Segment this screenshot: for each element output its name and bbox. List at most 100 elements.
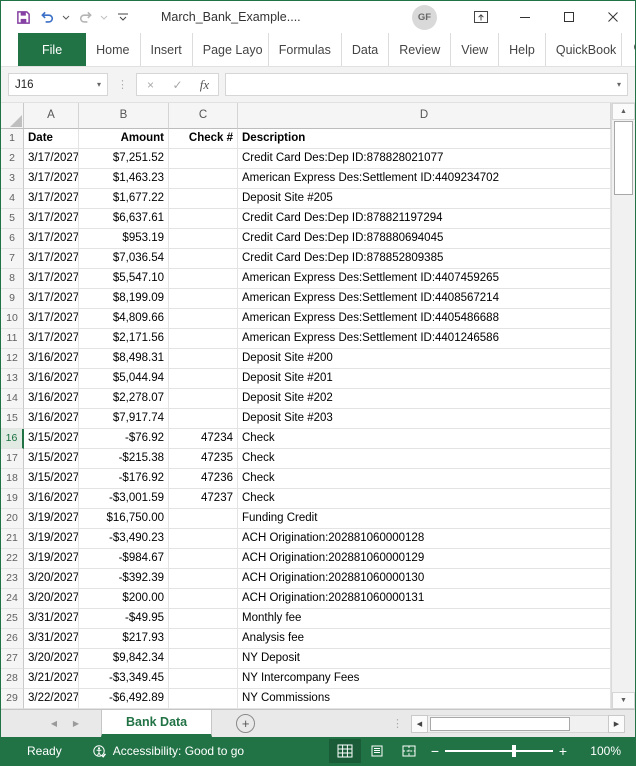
cell-a14[interactable]: 3/16/2027	[24, 389, 79, 409]
row-number[interactable]: 6	[1, 229, 24, 249]
row-number[interactable]: 5	[1, 209, 24, 229]
cell-d9[interactable]: American Express Des:Settlement ID:44085…	[238, 289, 611, 309]
cell-b16[interactable]: -$76.92	[79, 429, 169, 449]
row-number[interactable]: 29	[1, 689, 24, 709]
cell-a21[interactable]: 3/19/2027	[24, 529, 79, 549]
tab-splitter-grip-icon[interactable]: ⋮	[384, 717, 411, 730]
cell-a24[interactable]: 3/20/2027	[24, 589, 79, 609]
cell-a27[interactable]: 3/20/2027	[24, 649, 79, 669]
cell-a3[interactable]: 3/17/2027	[24, 169, 79, 189]
select-all-corner[interactable]	[1, 103, 24, 129]
horizontal-scrollbar-thumb[interactable]	[430, 717, 570, 731]
cell-c17[interactable]: 47235	[169, 449, 238, 469]
cell-d27[interactable]: NY Deposit	[238, 649, 611, 669]
undo-dropdown-icon[interactable]	[61, 7, 71, 27]
cell-d12[interactable]: Deposit Site #200	[238, 349, 611, 369]
cell-a7[interactable]: 3/17/2027	[24, 249, 79, 269]
cell-b10[interactable]: $4,809.66	[79, 309, 169, 329]
vertical-scrollbar-track[interactable]	[612, 195, 635, 692]
cell-a10[interactable]: 3/17/2027	[24, 309, 79, 329]
cell-d4[interactable]: Deposit Site #205	[238, 189, 611, 209]
cell-b24[interactable]: $200.00	[79, 589, 169, 609]
ribbon-tab-review[interactable]: Review	[388, 33, 450, 66]
horizontal-scrollbar-track[interactable]	[428, 715, 608, 733]
ribbon-tab-formulas[interactable]: Formulas	[268, 33, 341, 66]
cell-a11[interactable]: 3/17/2027	[24, 329, 79, 349]
cell-c22[interactable]	[169, 549, 238, 569]
cell-d11[interactable]: American Express Des:Settlement ID:44012…	[238, 329, 611, 349]
horizontal-scrollbar[interactable]: ◀ ▶	[411, 715, 625, 733]
formula-expand-icon[interactable]: ▾	[617, 80, 621, 89]
cell-a17[interactable]: 3/15/2027	[24, 449, 79, 469]
cell-b5[interactable]: $6,637.61	[79, 209, 169, 229]
row-number[interactable]: 9	[1, 289, 24, 309]
scroll-right-icon[interactable]: ▶	[608, 715, 625, 733]
cell-a20[interactable]: 3/19/2027	[24, 509, 79, 529]
cell-d19[interactable]: Check	[238, 489, 611, 509]
cell-b27[interactable]: $9,842.34	[79, 649, 169, 669]
normal-view-icon[interactable]	[329, 739, 361, 763]
cell-b2[interactable]: $7,251.52	[79, 149, 169, 169]
cell-a18[interactable]: 3/15/2027	[24, 469, 79, 489]
ribbon-tab-quickbook[interactable]: QuickBook	[545, 33, 621, 66]
row-number[interactable]: 15	[1, 409, 24, 429]
cell-c28[interactable]	[169, 669, 238, 689]
cell-b22[interactable]: -$984.67	[79, 549, 169, 569]
cell-d26[interactable]: Analysis fee	[238, 629, 611, 649]
row-number[interactable]: 19	[1, 489, 24, 509]
cell-b28[interactable]: -$3,349.45	[79, 669, 169, 689]
minimize-button[interactable]	[503, 2, 547, 32]
sheet-tab-bank-data[interactable]: Bank Data	[101, 710, 212, 737]
scroll-down-icon[interactable]: ▼	[612, 692, 635, 709]
cell-d14[interactable]: Deposit Site #202	[238, 389, 611, 409]
cell-d22[interactable]: ACH Origination:202881060000129	[238, 549, 611, 569]
row-number[interactable]: 26	[1, 629, 24, 649]
cell-d13[interactable]: Deposit Site #201	[238, 369, 611, 389]
zoom-in-button[interactable]: +	[553, 743, 573, 759]
column-header-b[interactable]: B	[79, 103, 169, 129]
cell-c15[interactable]	[169, 409, 238, 429]
account-avatar[interactable]: GF	[412, 5, 437, 30]
name-box-dropdown-icon[interactable]: ▾	[97, 80, 101, 89]
row-number[interactable]: 1	[1, 129, 24, 149]
cell-c3[interactable]	[169, 169, 238, 189]
ribbon-tab-page-layo[interactable]: Page Layo	[192, 33, 268, 66]
new-sheet-button[interactable]: +	[236, 714, 255, 733]
row-number[interactable]: 16	[1, 429, 24, 449]
cell-c16[interactable]: 47234	[169, 429, 238, 449]
cell-c1[interactable]: Check #	[169, 129, 238, 149]
cell-b6[interactable]: $953.19	[79, 229, 169, 249]
cell-b8[interactable]: $5,547.10	[79, 269, 169, 289]
cell-c14[interactable]	[169, 389, 238, 409]
row-number[interactable]: 11	[1, 329, 24, 349]
cell-b21[interactable]: -$3,490.23	[79, 529, 169, 549]
cell-a13[interactable]: 3/16/2027	[24, 369, 79, 389]
cell-c27[interactable]	[169, 649, 238, 669]
cell-a19[interactable]: 3/16/2027	[24, 489, 79, 509]
cell-d18[interactable]: Check	[238, 469, 611, 489]
cell-d15[interactable]: Deposit Site #203	[238, 409, 611, 429]
row-number[interactable]: 23	[1, 569, 24, 589]
cell-a25[interactable]: 3/31/2027	[24, 609, 79, 629]
close-button[interactable]	[591, 2, 635, 32]
row-number[interactable]: 10	[1, 309, 24, 329]
row-number[interactable]: 8	[1, 269, 24, 289]
row-number[interactable]: 2	[1, 149, 24, 169]
accessibility-status[interactable]: Accessibility: Good to go	[92, 744, 244, 759]
cell-a6[interactable]: 3/17/2027	[24, 229, 79, 249]
cell-b7[interactable]: $7,036.54	[79, 249, 169, 269]
cell-d16[interactable]: Check	[238, 429, 611, 449]
formula-input[interactable]: ▾	[225, 73, 628, 96]
page-break-preview-icon[interactable]	[393, 739, 425, 763]
cell-c11[interactable]	[169, 329, 238, 349]
customize-toolbar-icon[interactable]	[113, 7, 133, 27]
row-number[interactable]: 13	[1, 369, 24, 389]
row-number[interactable]: 25	[1, 609, 24, 629]
cell-c26[interactable]	[169, 629, 238, 649]
cell-c10[interactable]	[169, 309, 238, 329]
scroll-left-icon[interactable]: ◀	[411, 715, 428, 733]
zoom-out-button[interactable]: −	[425, 743, 445, 759]
cell-b18[interactable]: -$176.92	[79, 469, 169, 489]
ribbon-tab-home[interactable]: Home	[86, 33, 139, 66]
cell-d3[interactable]: American Express Des:Settlement ID:44092…	[238, 169, 611, 189]
